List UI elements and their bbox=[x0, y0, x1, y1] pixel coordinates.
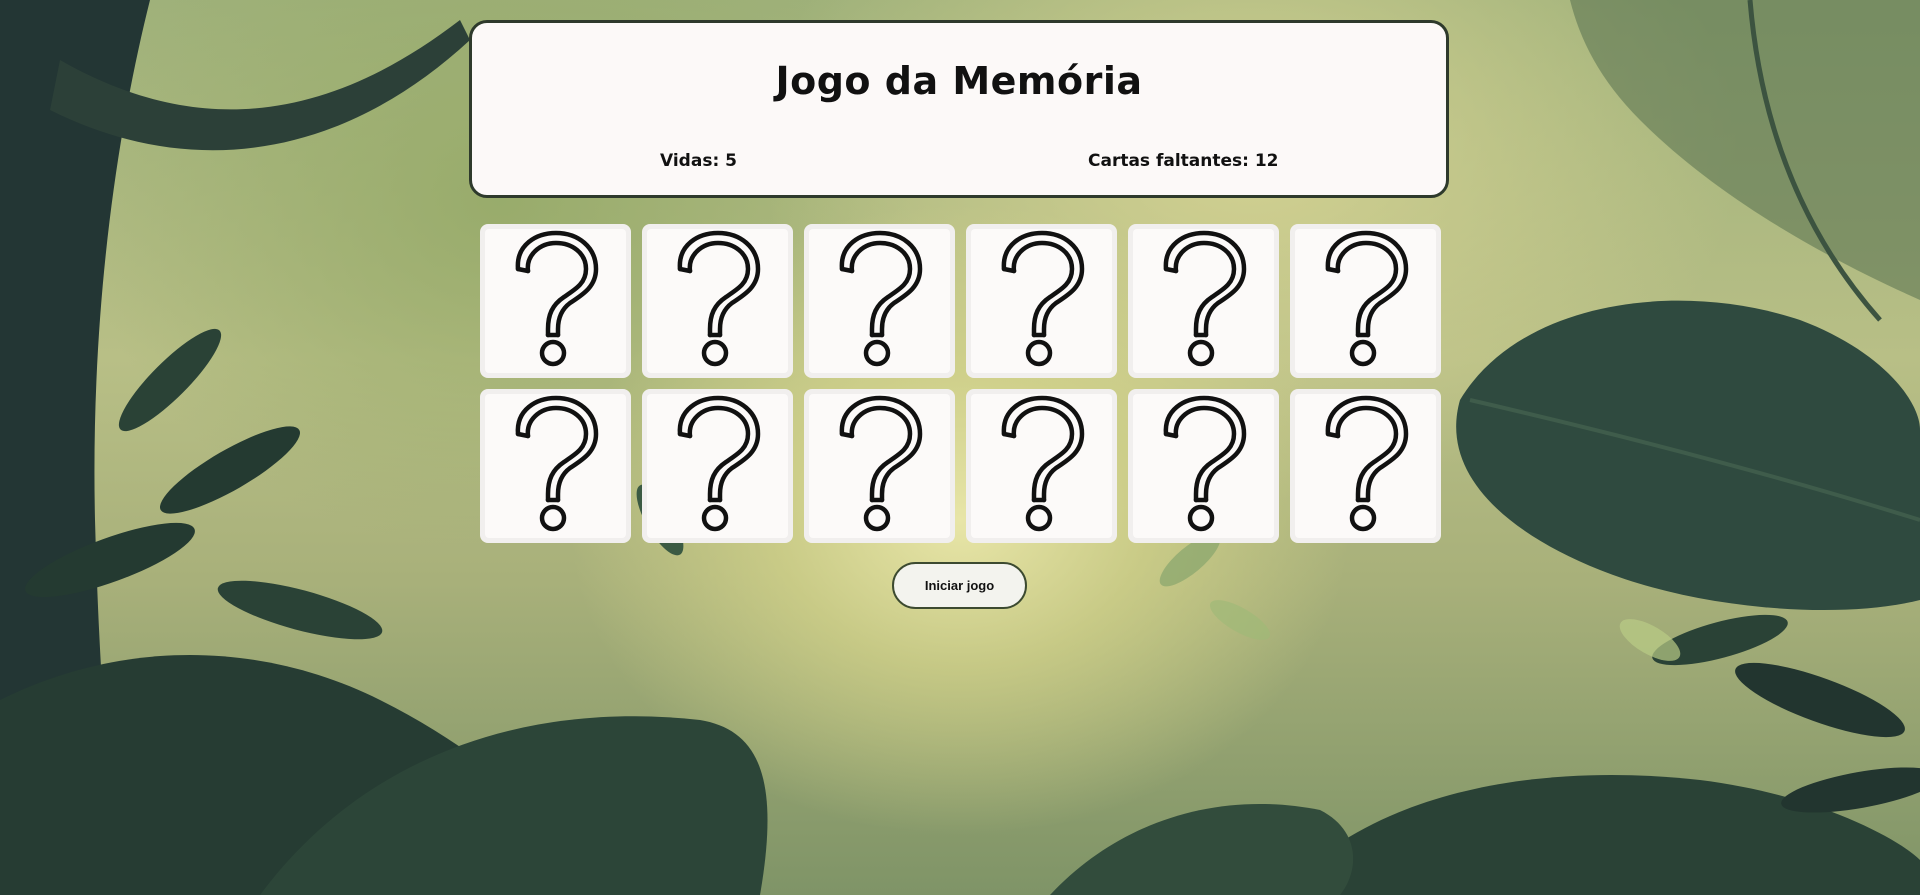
question-mark-icon bbox=[1154, 394, 1254, 538]
question-mark-icon bbox=[992, 229, 1092, 373]
start-game-button[interactable]: Iniciar jogo bbox=[892, 562, 1027, 609]
card-back bbox=[1295, 394, 1436, 538]
memory-card[interactable] bbox=[966, 389, 1117, 543]
card-back bbox=[1133, 229, 1274, 373]
memory-card[interactable] bbox=[966, 224, 1117, 378]
card-back bbox=[971, 229, 1112, 373]
jungle-background: Jogo da Memória Vidas: 5 Cartas faltante… bbox=[0, 0, 1920, 895]
memory-card-grid bbox=[480, 224, 1442, 543]
question-mark-icon bbox=[1154, 229, 1254, 373]
memory-card[interactable] bbox=[1128, 389, 1279, 543]
game-header-panel: Jogo da Memória Vidas: 5 Cartas faltante… bbox=[469, 20, 1449, 198]
question-mark-icon bbox=[668, 229, 768, 373]
memory-card[interactable] bbox=[1290, 224, 1441, 378]
remaining-cards-counter: Cartas faltantes: 12 bbox=[1088, 151, 1279, 171]
question-mark-icon bbox=[668, 394, 768, 538]
memory-card[interactable] bbox=[804, 389, 955, 543]
card-back bbox=[1133, 394, 1274, 538]
card-back bbox=[485, 229, 626, 373]
lives-counter: Vidas: 5 bbox=[660, 151, 737, 171]
question-mark-icon bbox=[830, 229, 930, 373]
memory-card[interactable] bbox=[642, 389, 793, 543]
card-back bbox=[485, 394, 626, 538]
question-mark-icon bbox=[1316, 229, 1416, 373]
card-back bbox=[971, 394, 1112, 538]
question-mark-icon bbox=[830, 394, 930, 538]
question-mark-icon bbox=[506, 394, 606, 538]
game-title: Jogo da Memória bbox=[775, 59, 1143, 103]
question-mark-icon bbox=[1316, 394, 1416, 538]
memory-card[interactable] bbox=[1290, 389, 1441, 543]
memory-card[interactable] bbox=[804, 224, 955, 378]
card-back bbox=[809, 229, 950, 373]
memory-card[interactable] bbox=[642, 224, 793, 378]
memory-card[interactable] bbox=[480, 224, 631, 378]
question-mark-icon bbox=[506, 229, 606, 373]
memory-card[interactable] bbox=[480, 389, 631, 543]
memory-card[interactable] bbox=[1128, 224, 1279, 378]
card-back bbox=[647, 394, 788, 538]
question-mark-icon bbox=[992, 394, 1092, 538]
card-back bbox=[1295, 229, 1436, 373]
card-back bbox=[809, 394, 950, 538]
card-back bbox=[647, 229, 788, 373]
